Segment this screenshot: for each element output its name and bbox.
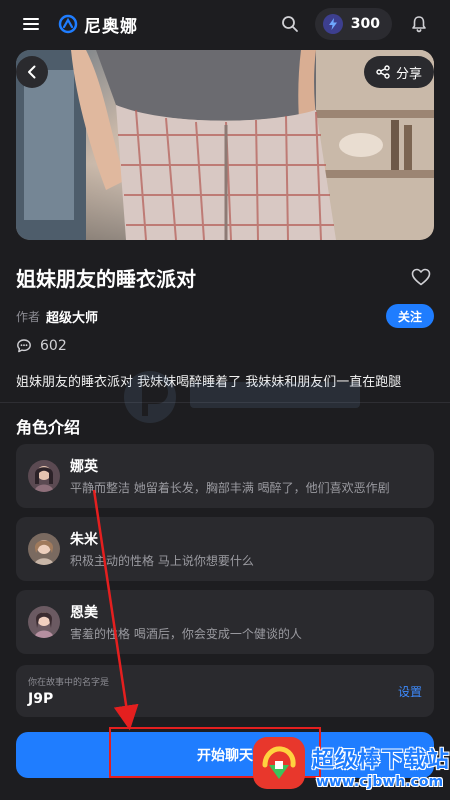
user-name-card: 你在故事中的名字是 J9P 设置	[16, 665, 434, 717]
user-name-label: 你在故事中的名字是	[28, 678, 110, 688]
coin-balance[interactable]: 300	[314, 8, 392, 40]
brand-name: 尼奥娜	[84, 16, 138, 37]
user-name-value: J9P	[28, 691, 54, 707]
coin-count: 300	[350, 16, 380, 32]
brand-logo-icon	[58, 14, 78, 34]
watermark-url: www.cjbwh.com	[316, 774, 444, 790]
user-name-setting-link[interactable]: 设置	[398, 683, 422, 700]
character-card[interactable]: 娜英 平静而整洁 她留着长发，胸部丰满 喝醉了，他们喜欢恶作剧	[16, 444, 434, 508]
character-card[interactable]: 朱米 积极主动的性格 马上说你想要什么	[16, 517, 434, 581]
share-label: 分享	[395, 66, 422, 82]
comment-count: 602	[40, 338, 67, 354]
share-button[interactable]: 分享	[363, 56, 434, 88]
story-description: 姐妹朋友的睡衣派对 我妹妹喝醉睡着了 我妹妹和朋友们一直在跑腿	[16, 375, 402, 390]
character-description: 平静而整洁 她留着长发，胸部丰满 喝醉了，他们喜欢恶作剧	[70, 481, 390, 495]
avatar	[28, 606, 60, 638]
character-description: 害羞的性格 喝酒后，你会变成一个健谈的人	[70, 627, 302, 641]
comment-count-row[interactable]: 602	[16, 336, 67, 356]
character-name: 朱米	[70, 532, 98, 548]
story-title-row: 姐妹朋友的睡衣派对	[16, 262, 434, 292]
character-list: 娜英 平静而整洁 她留着长发，胸部丰满 喝醉了，他们喜欢恶作剧 朱米 积极主动的…	[16, 444, 434, 663]
share-icon	[376, 65, 390, 79]
story-title: 姐妹朋友的睡衣派对	[16, 266, 196, 291]
character-name: 恩美	[70, 605, 98, 621]
character-name: 娜英	[70, 459, 98, 475]
watermark-logo	[253, 737, 305, 789]
author-name[interactable]: 超级大师	[46, 307, 98, 326]
characters-section-title: 角色介绍	[16, 418, 81, 437]
lightning-icon	[322, 14, 343, 34]
bell-icon[interactable]	[402, 7, 436, 41]
character-card[interactable]: 恩美 害羞的性格 喝酒后，你会变成一个健谈的人	[16, 590, 434, 654]
watermark-text: 超级棒下载站 www.cjbwh.com	[312, 742, 450, 790]
chevron-left-icon	[28, 65, 36, 79]
back-button[interactable]	[16, 56, 48, 88]
search-icon[interactable]	[273, 7, 307, 41]
avatar	[28, 460, 60, 492]
author-row: 作者 超级大师 关注	[16, 303, 434, 329]
hamburger-icon[interactable]	[14, 7, 48, 41]
author-label: 作者	[16, 309, 41, 324]
heart-icon[interactable]	[408, 264, 434, 290]
top-bar: 尼奥娜 300	[0, 0, 450, 48]
comment-icon	[17, 339, 31, 353]
character-description: 积极主动的性格 马上说你想要什么	[70, 554, 254, 568]
brand[interactable]: 尼奥娜	[58, 12, 138, 37]
faint-watermark	[120, 352, 380, 442]
avatar	[28, 533, 60, 565]
follow-button[interactable]: 关注	[385, 304, 434, 328]
watermark-site-name: 超级棒下载站	[312, 748, 450, 773]
section-divider	[0, 402, 450, 403]
